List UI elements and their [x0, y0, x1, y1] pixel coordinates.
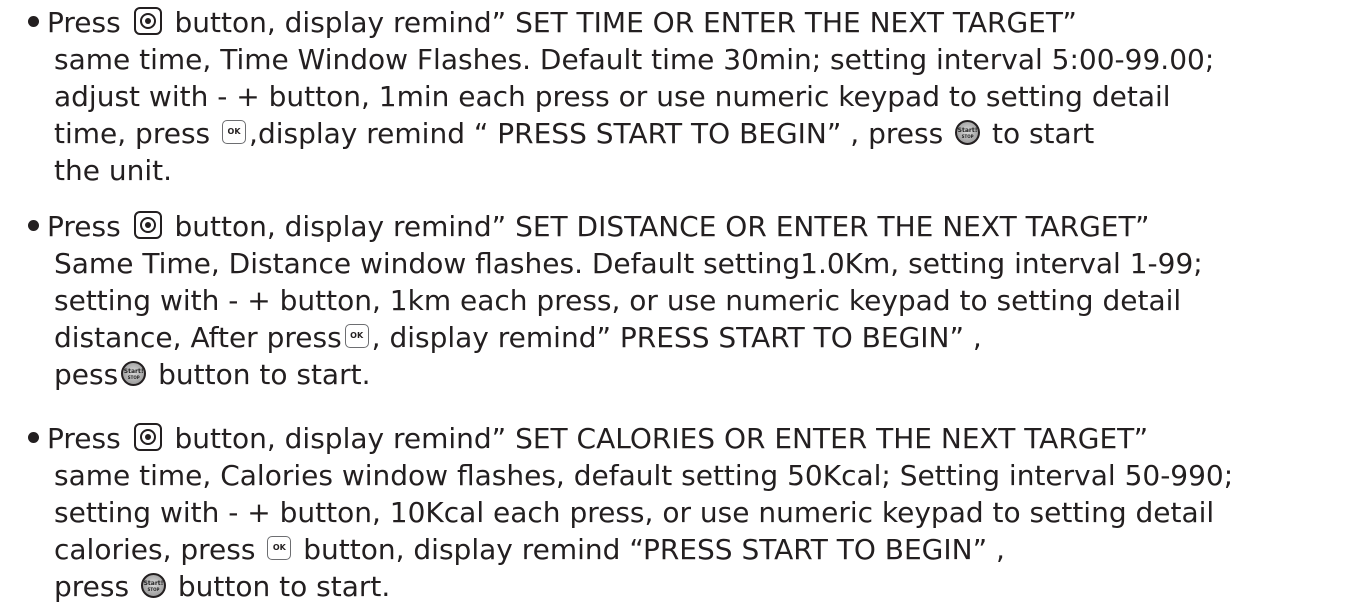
- instruction-text: calories, press: [54, 533, 265, 566]
- instruction-text: setting with - + button, 10Kcal each pre…: [54, 496, 1215, 529]
- instruction-line: setting with - + button, 10Kcal each pre…: [28, 494, 1338, 531]
- target-button-icon: [133, 7, 162, 35]
- ok-button-icon: OK: [222, 120, 247, 144]
- instruction-line: calories, press OK button, display remin…: [28, 531, 1338, 568]
- start-stop-button-icon: Start! STOP: [955, 119, 981, 145]
- instruction-text: to start: [983, 117, 1095, 150]
- ok-button-icon: OK: [267, 536, 292, 560]
- calories-instruction: Press button, display remind” SET CALORI…: [28, 420, 1338, 605]
- instruction-text: button, display remind” SET DISTANCE OR …: [165, 210, 1150, 243]
- instruction-text: Press: [47, 6, 130, 39]
- target-button-icon: [133, 423, 162, 451]
- instruction-text: press: [54, 570, 138, 603]
- target-button-icon: [133, 211, 162, 239]
- instruction-text: distance, After press: [54, 321, 342, 354]
- distance-instruction: Press button, display remind” SET DISTAN…: [28, 208, 1338, 393]
- bullet-icon: [28, 219, 39, 231]
- instruction-text: , display remind” PRESS START TO BEGIN” …: [371, 321, 982, 354]
- ok-button-icon: OK: [344, 324, 369, 348]
- instruction-line: Press button, display remind” SET TIME O…: [28, 4, 1338, 41]
- instruction-text: the unit.: [54, 154, 173, 187]
- bullet-icon: [28, 15, 39, 27]
- instruction-line: distance, After press OK, display remind”…: [28, 319, 1338, 356]
- bullet-icon: [28, 431, 39, 443]
- instruction-line: pess Start! STOP button to start.: [28, 356, 1338, 393]
- instruction-text: Press: [47, 210, 130, 243]
- instruction-text: button to start.: [149, 358, 371, 391]
- time-instruction: Press button, display remind” SET TIME O…: [28, 4, 1338, 189]
- instruction-line: Press button, display remind” SET DISTAN…: [28, 208, 1338, 245]
- instruction-line: same time, Time Window Flashes. Default …: [28, 41, 1338, 78]
- instruction-line: press Start! STOP button to start.: [28, 568, 1338, 605]
- instruction-text: same time, Calories window flashes, defa…: [54, 459, 1234, 492]
- instruction-text: button to start.: [168, 570, 391, 603]
- instruction-text: button, display remind” SET TIME OR ENTE…: [165, 6, 1077, 39]
- instruction-line: Same Time, Distance window flashes. Defa…: [28, 245, 1338, 282]
- instruction-text: button, display remind” SET CALORIES OR …: [165, 422, 1149, 455]
- instruction-text: Same Time, Distance window flashes. Defa…: [54, 247, 1203, 280]
- instruction-line: same time, Calories window flashes, defa…: [28, 457, 1338, 494]
- instruction-text: time, press: [54, 117, 220, 150]
- instruction-line: time, press OK ,display remind “ PRESS ST…: [28, 115, 1338, 152]
- instruction-text: pess: [54, 358, 119, 391]
- instruction-line: the unit.: [28, 152, 1338, 189]
- instruction-line: Press button, display remind” SET CALORI…: [28, 420, 1338, 457]
- start-stop-button-icon: Start! STOP: [121, 360, 147, 386]
- instruction-text: button, display remind “PRESS START TO B…: [294, 533, 1005, 566]
- instruction-text: ,display remind “ PRESS START TO BEGIN” …: [249, 117, 953, 150]
- instruction-line: setting with - + button, 1km each press,…: [28, 282, 1338, 319]
- start-stop-button-icon: Start! STOP: [140, 572, 166, 598]
- instruction-line: adjust with - + button, 1min each press …: [28, 78, 1338, 115]
- instruction-text: setting with - + button, 1km each press,…: [54, 284, 1182, 317]
- instruction-text: same time, Time Window Flashes. Default …: [54, 43, 1215, 76]
- instruction-text: Press: [47, 422, 130, 455]
- instruction-text: adjust with - + button, 1min each press …: [54, 80, 1171, 113]
